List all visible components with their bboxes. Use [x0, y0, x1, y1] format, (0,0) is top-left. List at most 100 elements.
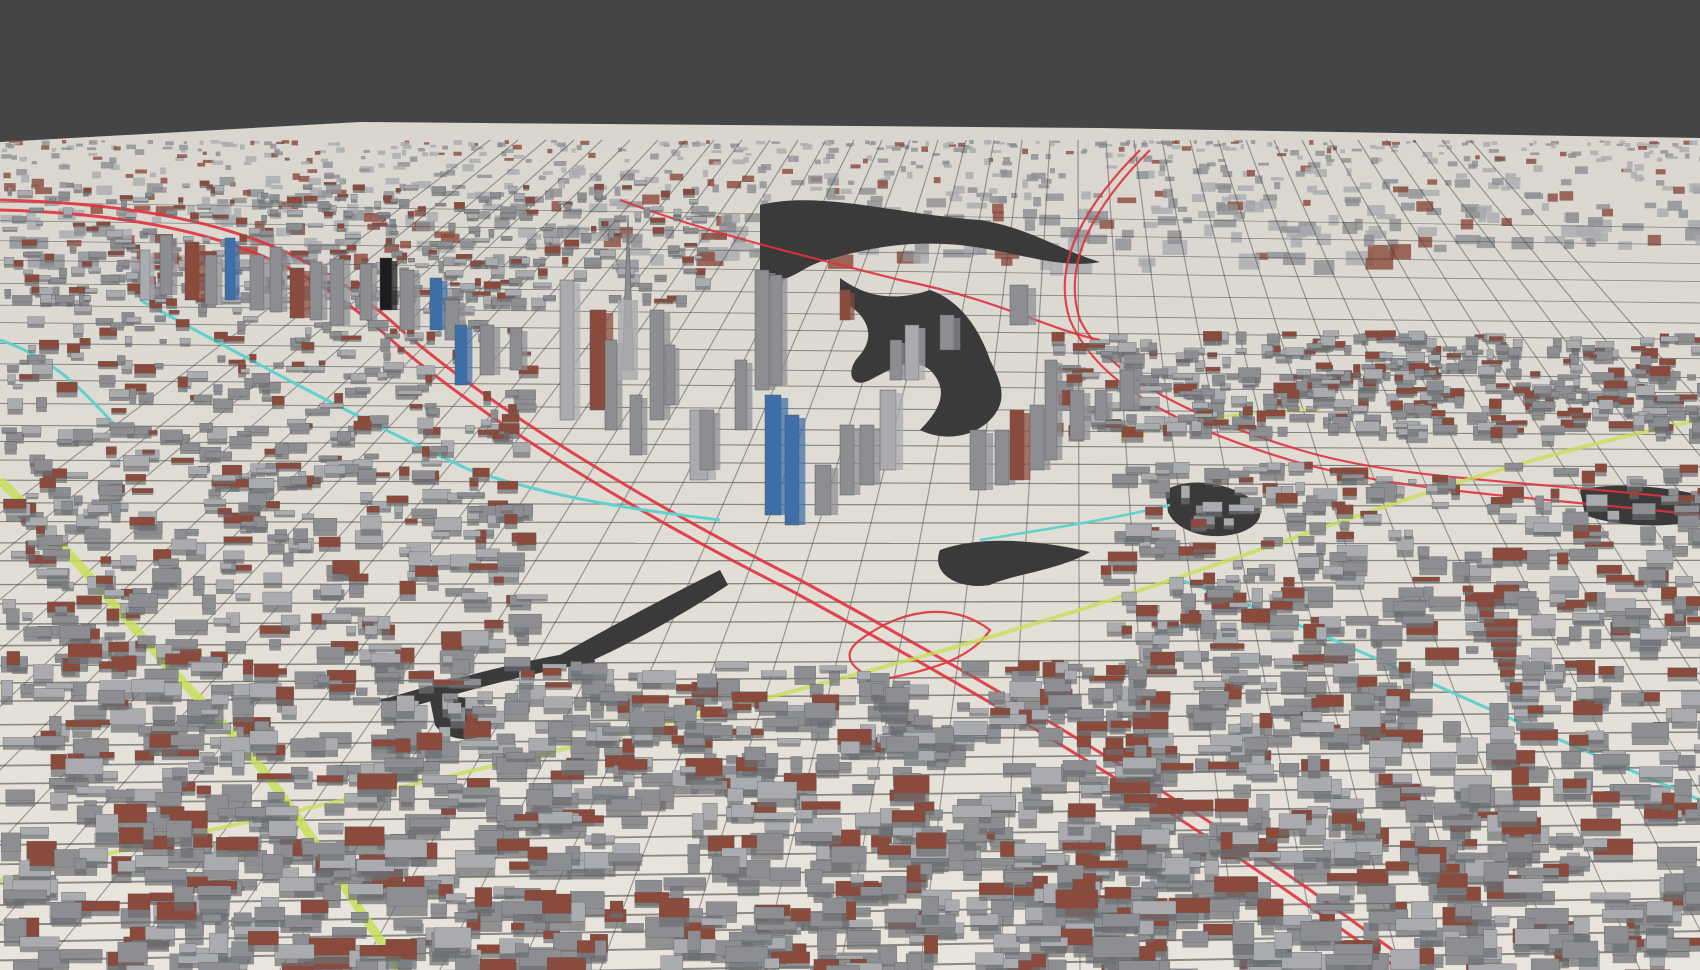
- building-side: [248, 488, 274, 494]
- building: [1139, 547, 1165, 555]
- building-side: [305, 413, 330, 417]
- building: [56, 439, 73, 444]
- building-side: [47, 581, 70, 589]
- far-building: [1447, 161, 1458, 167]
- building: [1300, 721, 1335, 733]
- building: [27, 540, 39, 546]
- building-side: [1469, 803, 1491, 813]
- building: [386, 495, 409, 503]
- building-side: [1650, 966, 1665, 970]
- building-side: [1243, 580, 1255, 583]
- far-building: [1033, 197, 1041, 207]
- city-3d-scene[interactable]: [0, 0, 1700, 970]
- far-building: [1166, 159, 1173, 163]
- far-building: [135, 149, 145, 155]
- far-building: [910, 161, 916, 166]
- far-building: [1679, 147, 1690, 153]
- building: [70, 352, 84, 359]
- far-building: [826, 153, 835, 159]
- far-building: [1405, 141, 1411, 145]
- building: [1545, 671, 1564, 680]
- building: [1190, 579, 1204, 586]
- building-side: [1455, 859, 1475, 863]
- building: [1180, 485, 1190, 499]
- building: [254, 906, 286, 921]
- building-side: [1193, 722, 1226, 731]
- building: [687, 844, 700, 864]
- building-side: [171, 550, 197, 556]
- far-building: [1141, 142, 1146, 145]
- far-building: [1492, 178, 1504, 186]
- building: [4, 289, 12, 296]
- building-side: [193, 589, 205, 596]
- building-side: [6, 665, 20, 673]
- far-building: [160, 167, 166, 175]
- building-side: [357, 789, 397, 797]
- building-side: [154, 367, 164, 370]
- building-side: [1108, 561, 1138, 566]
- building: [484, 619, 504, 629]
- building: [1352, 821, 1365, 831]
- far-building: [814, 159, 821, 165]
- far-building: [1596, 204, 1610, 210]
- building-side: [1298, 651, 1322, 655]
- building: [497, 552, 525, 566]
- building: [1244, 736, 1268, 750]
- building-side: [1275, 503, 1298, 509]
- building: [1375, 476, 1393, 482]
- building: [201, 914, 222, 922]
- far-building: [865, 140, 870, 145]
- building: [399, 466, 410, 476]
- far-building: [944, 164, 952, 168]
- far-building: [1171, 140, 1177, 144]
- far-building: [453, 140, 463, 145]
- far-building: [1181, 146, 1192, 151]
- far-building: [363, 149, 370, 153]
- far-building: [62, 140, 67, 144]
- building-side: [256, 472, 277, 475]
- building-side: [134, 373, 156, 378]
- map-viewport[interactable]: [0, 0, 1700, 970]
- building-side: [88, 257, 107, 261]
- building: [334, 393, 344, 404]
- far-building: [1344, 197, 1361, 203]
- far-building: [1588, 217, 1603, 226]
- building: [1298, 536, 1315, 543]
- far-building: [125, 174, 134, 178]
- building-side: [267, 551, 285, 555]
- building-side: [159, 342, 167, 345]
- building-side: [1152, 644, 1170, 649]
- building: [213, 617, 231, 624]
- far-building: [983, 140, 991, 145]
- building: [96, 418, 110, 425]
- far-building: [902, 250, 914, 262]
- building: [516, 403, 537, 411]
- building: [1240, 713, 1253, 728]
- building-side: [1432, 482, 1448, 486]
- far-building: [595, 175, 602, 182]
- building: [1411, 901, 1433, 920]
- building: [1190, 518, 1207, 528]
- building: [397, 347, 405, 353]
- building: [1141, 473, 1158, 481]
- building-side: [110, 327, 124, 331]
- building-side: [1234, 492, 1258, 496]
- far-building: [953, 185, 965, 194]
- building-side: [238, 511, 261, 516]
- building-side: [757, 798, 797, 808]
- building: [1557, 552, 1569, 565]
- far-building: [477, 174, 492, 178]
- far-building: [732, 159, 745, 165]
- building-side: [1545, 679, 1564, 685]
- building-side: [1532, 844, 1549, 853]
- building-side: [1014, 895, 1035, 902]
- building-side: [1294, 874, 1331, 883]
- building: [36, 568, 69, 576]
- far-building: [1488, 149, 1499, 153]
- building-side: [505, 827, 538, 831]
- building-side: [202, 762, 218, 766]
- building-side: [361, 261, 369, 263]
- far-building: [1596, 158, 1607, 163]
- building: [281, 705, 297, 716]
- building: [1430, 752, 1456, 769]
